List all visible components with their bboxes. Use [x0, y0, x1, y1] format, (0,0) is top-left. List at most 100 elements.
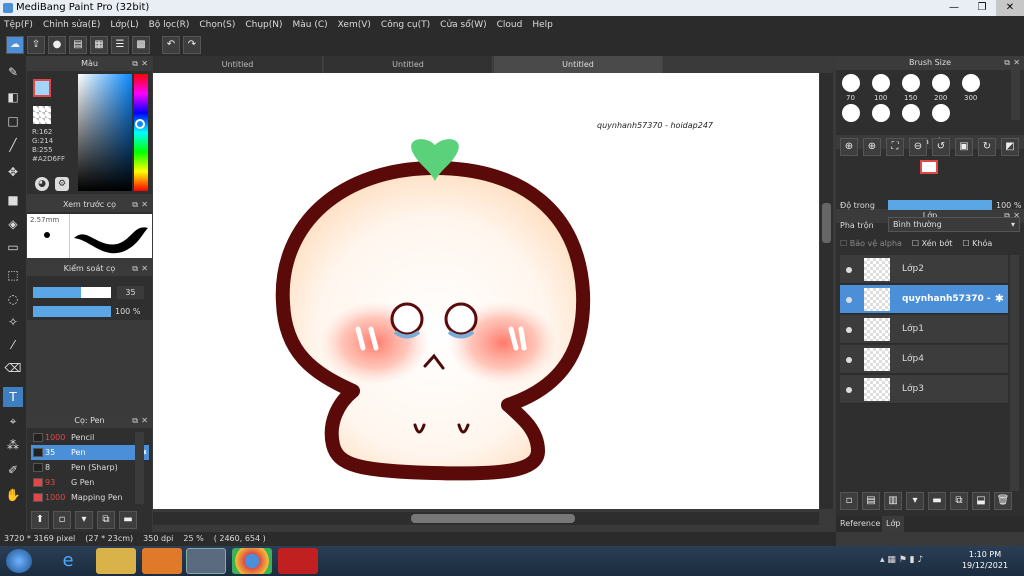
eye-icon[interactable]	[846, 267, 852, 273]
tab-layer[interactable]: Lớp	[882, 516, 905, 532]
brush-opacity-slider[interactable]	[33, 306, 111, 317]
menu-tools[interactable]: Công cụ(T)	[381, 20, 430, 30]
size-swatch[interactable]	[902, 104, 920, 122]
size-150-swatch[interactable]	[902, 74, 920, 92]
float-icon[interactable]: ⧉	[132, 414, 138, 428]
rectangle-tool-icon[interactable]: □	[3, 111, 23, 131]
brush-size-scrollbar[interactable]	[1011, 70, 1020, 120]
float-icon[interactable]: ⧉	[132, 198, 138, 212]
brush-size-slider[interactable]	[33, 287, 111, 298]
close-icon[interactable]: ✕	[141, 57, 148, 71]
menu-layer[interactable]: Lớp(L)	[110, 20, 138, 30]
clock[interactable]: 1:10 PM 19/12/2021	[955, 549, 1015, 571]
transparent-swatch[interactable]	[33, 106, 51, 124]
bucket-tool-icon[interactable]: ◈	[3, 214, 23, 234]
size-70-swatch[interactable]	[842, 74, 860, 92]
clipping-checkbox[interactable]: ☐ Xén bớt	[912, 239, 952, 248]
list-icon[interactable]: ☰	[111, 35, 129, 54]
navigator-thumbnail[interactable]	[920, 160, 938, 174]
copy-brush-icon[interactable]: ⧉	[97, 511, 115, 529]
menu-color[interactable]: Màu (C)	[293, 20, 328, 30]
palette-icon[interactable]: ◕	[35, 177, 49, 191]
float-icon[interactable]: ⧉	[132, 262, 138, 276]
new-1bit-layer-icon[interactable]: ▥	[884, 492, 902, 510]
document-icon[interactable]: ▦	[90, 35, 108, 54]
lock-checkbox[interactable]: ☐ Khóa	[962, 239, 992, 248]
menu-select[interactable]: Chọn(S)	[199, 20, 235, 30]
start-button[interactable]	[6, 549, 32, 573]
size-300-swatch[interactable]	[962, 74, 980, 92]
tab-untitled-1[interactable]: Untitled	[153, 56, 323, 73]
media-icon[interactable]	[142, 548, 182, 574]
size-200-swatch[interactable]	[932, 74, 950, 92]
actual-size-icon[interactable]: ▣	[955, 138, 973, 156]
comment-icon[interactable]: ●	[48, 35, 66, 54]
brush-item-pencil[interactable]: 1000 Pencil	[31, 430, 149, 445]
primary-color-swatch[interactable]	[33, 79, 51, 97]
menu-file[interactable]: Tệp(F)	[4, 20, 33, 30]
minimize-button[interactable]: —	[940, 0, 968, 16]
rotate-left-icon[interactable]: ↺	[932, 138, 950, 156]
brush-item-g-pen[interactable]: 93 G Pen	[31, 475, 149, 490]
saturation-value-picker[interactable]	[78, 74, 132, 191]
zoom-in-alt-icon[interactable]: ⊕	[863, 138, 881, 156]
select-eraser-tool-icon[interactable]: ⌫	[3, 358, 23, 378]
menu-capture[interactable]: Chụp(N)	[245, 20, 282, 30]
magic-wand-tool-icon[interactable]: ✧	[3, 312, 23, 332]
folder-icon[interactable]: ▬	[119, 511, 137, 529]
redo-icon[interactable]: ↷	[183, 35, 201, 54]
brush-menu-icon[interactable]: ▾	[75, 511, 93, 529]
eyedropper-tool-icon[interactable]: ⁂	[3, 435, 23, 455]
size-swatch[interactable]	[842, 104, 860, 122]
grid-icon[interactable]: ▩	[132, 35, 150, 54]
float-icon[interactable]: ⧉	[132, 57, 138, 71]
hand-tool-icon[interactable]: ✋	[3, 485, 23, 505]
close-icon[interactable]: ✕	[141, 262, 148, 276]
delete-layer-icon[interactable]: 🗑	[994, 492, 1012, 510]
brush-item-pen-sharp[interactable]: 8 Pen (Sharp)	[31, 460, 149, 475]
lasso-tool-icon[interactable]: ◌	[3, 289, 23, 309]
brush-tool-icon[interactable]: ✎	[3, 62, 23, 82]
add-layer-menu-icon[interactable]: ▾	[906, 492, 924, 510]
menu-help[interactable]: Help	[532, 20, 553, 30]
tab-untitled-3[interactable]: Untitled	[494, 56, 663, 73]
close-icon[interactable]: ✕	[141, 414, 148, 428]
add-brush-icon[interactable]: ⬆	[31, 511, 49, 529]
eye-icon[interactable]	[846, 357, 852, 363]
dropper-tool-icon[interactable]: ✐	[3, 460, 23, 480]
layer-row[interactable]: Lớp1	[840, 315, 1008, 344]
blend-mode-select[interactable]: Bình thường ▾	[888, 217, 1020, 232]
layer-row[interactable]: Lớp4	[840, 345, 1008, 374]
brush-list-scrollbar[interactable]	[135, 432, 144, 504]
fit-icon[interactable]: ⛶	[886, 138, 904, 156]
duplicate-layer-icon[interactable]: ⧉	[950, 492, 968, 510]
cloud-icon[interactable]: ☁	[6, 35, 24, 54]
brush-item-mapping-pen[interactable]: 1000 Mapping Pen	[31, 490, 149, 505]
eye-icon[interactable]	[846, 387, 852, 393]
layer-row[interactable]: Lớp3	[840, 375, 1008, 404]
medibang-taskbar-icon[interactable]	[186, 548, 226, 574]
text-tool-icon[interactable]: T	[3, 387, 23, 407]
layer-row[interactable]: Lớp2	[840, 255, 1008, 284]
menu-edit[interactable]: Chỉnh sửa(E)	[43, 20, 100, 30]
ie-icon[interactable]: e	[48, 548, 88, 574]
menu-view[interactable]: Xem(V)	[338, 20, 371, 30]
rotate-right-icon[interactable]: ↻	[978, 138, 996, 156]
eye-icon[interactable]	[846, 327, 852, 333]
new-halftone-layer-icon[interactable]: ▤	[862, 492, 880, 510]
layer-row[interactable]: quynhanh57370 - ✱	[840, 285, 1008, 314]
new-brush-icon[interactable]: ▫	[53, 511, 71, 529]
menu-cloud[interactable]: Cloud	[497, 20, 523, 30]
opera-icon[interactable]	[278, 548, 318, 574]
tab-untitled-2[interactable]: Untitled	[324, 56, 493, 73]
eraser-tool-icon[interactable]: ◧	[3, 87, 23, 107]
size-swatch[interactable]	[932, 104, 950, 122]
protect-alpha-checkbox[interactable]: ☐ Bảo vệ alpha	[840, 239, 902, 248]
zoom-in-icon[interactable]: ⊕	[840, 138, 858, 156]
tray-icons[interactable]: ▴ ▦ ⚑ ▮ ♪	[880, 555, 923, 565]
close-icon[interactable]: ✕	[141, 198, 148, 212]
color-settings-icon[interactable]: ⚙	[55, 177, 69, 191]
menu-filter[interactable]: Bộ lọc(R)	[149, 20, 190, 30]
close-button[interactable]: ✕	[996, 0, 1024, 16]
chrome-icon[interactable]	[232, 548, 272, 574]
